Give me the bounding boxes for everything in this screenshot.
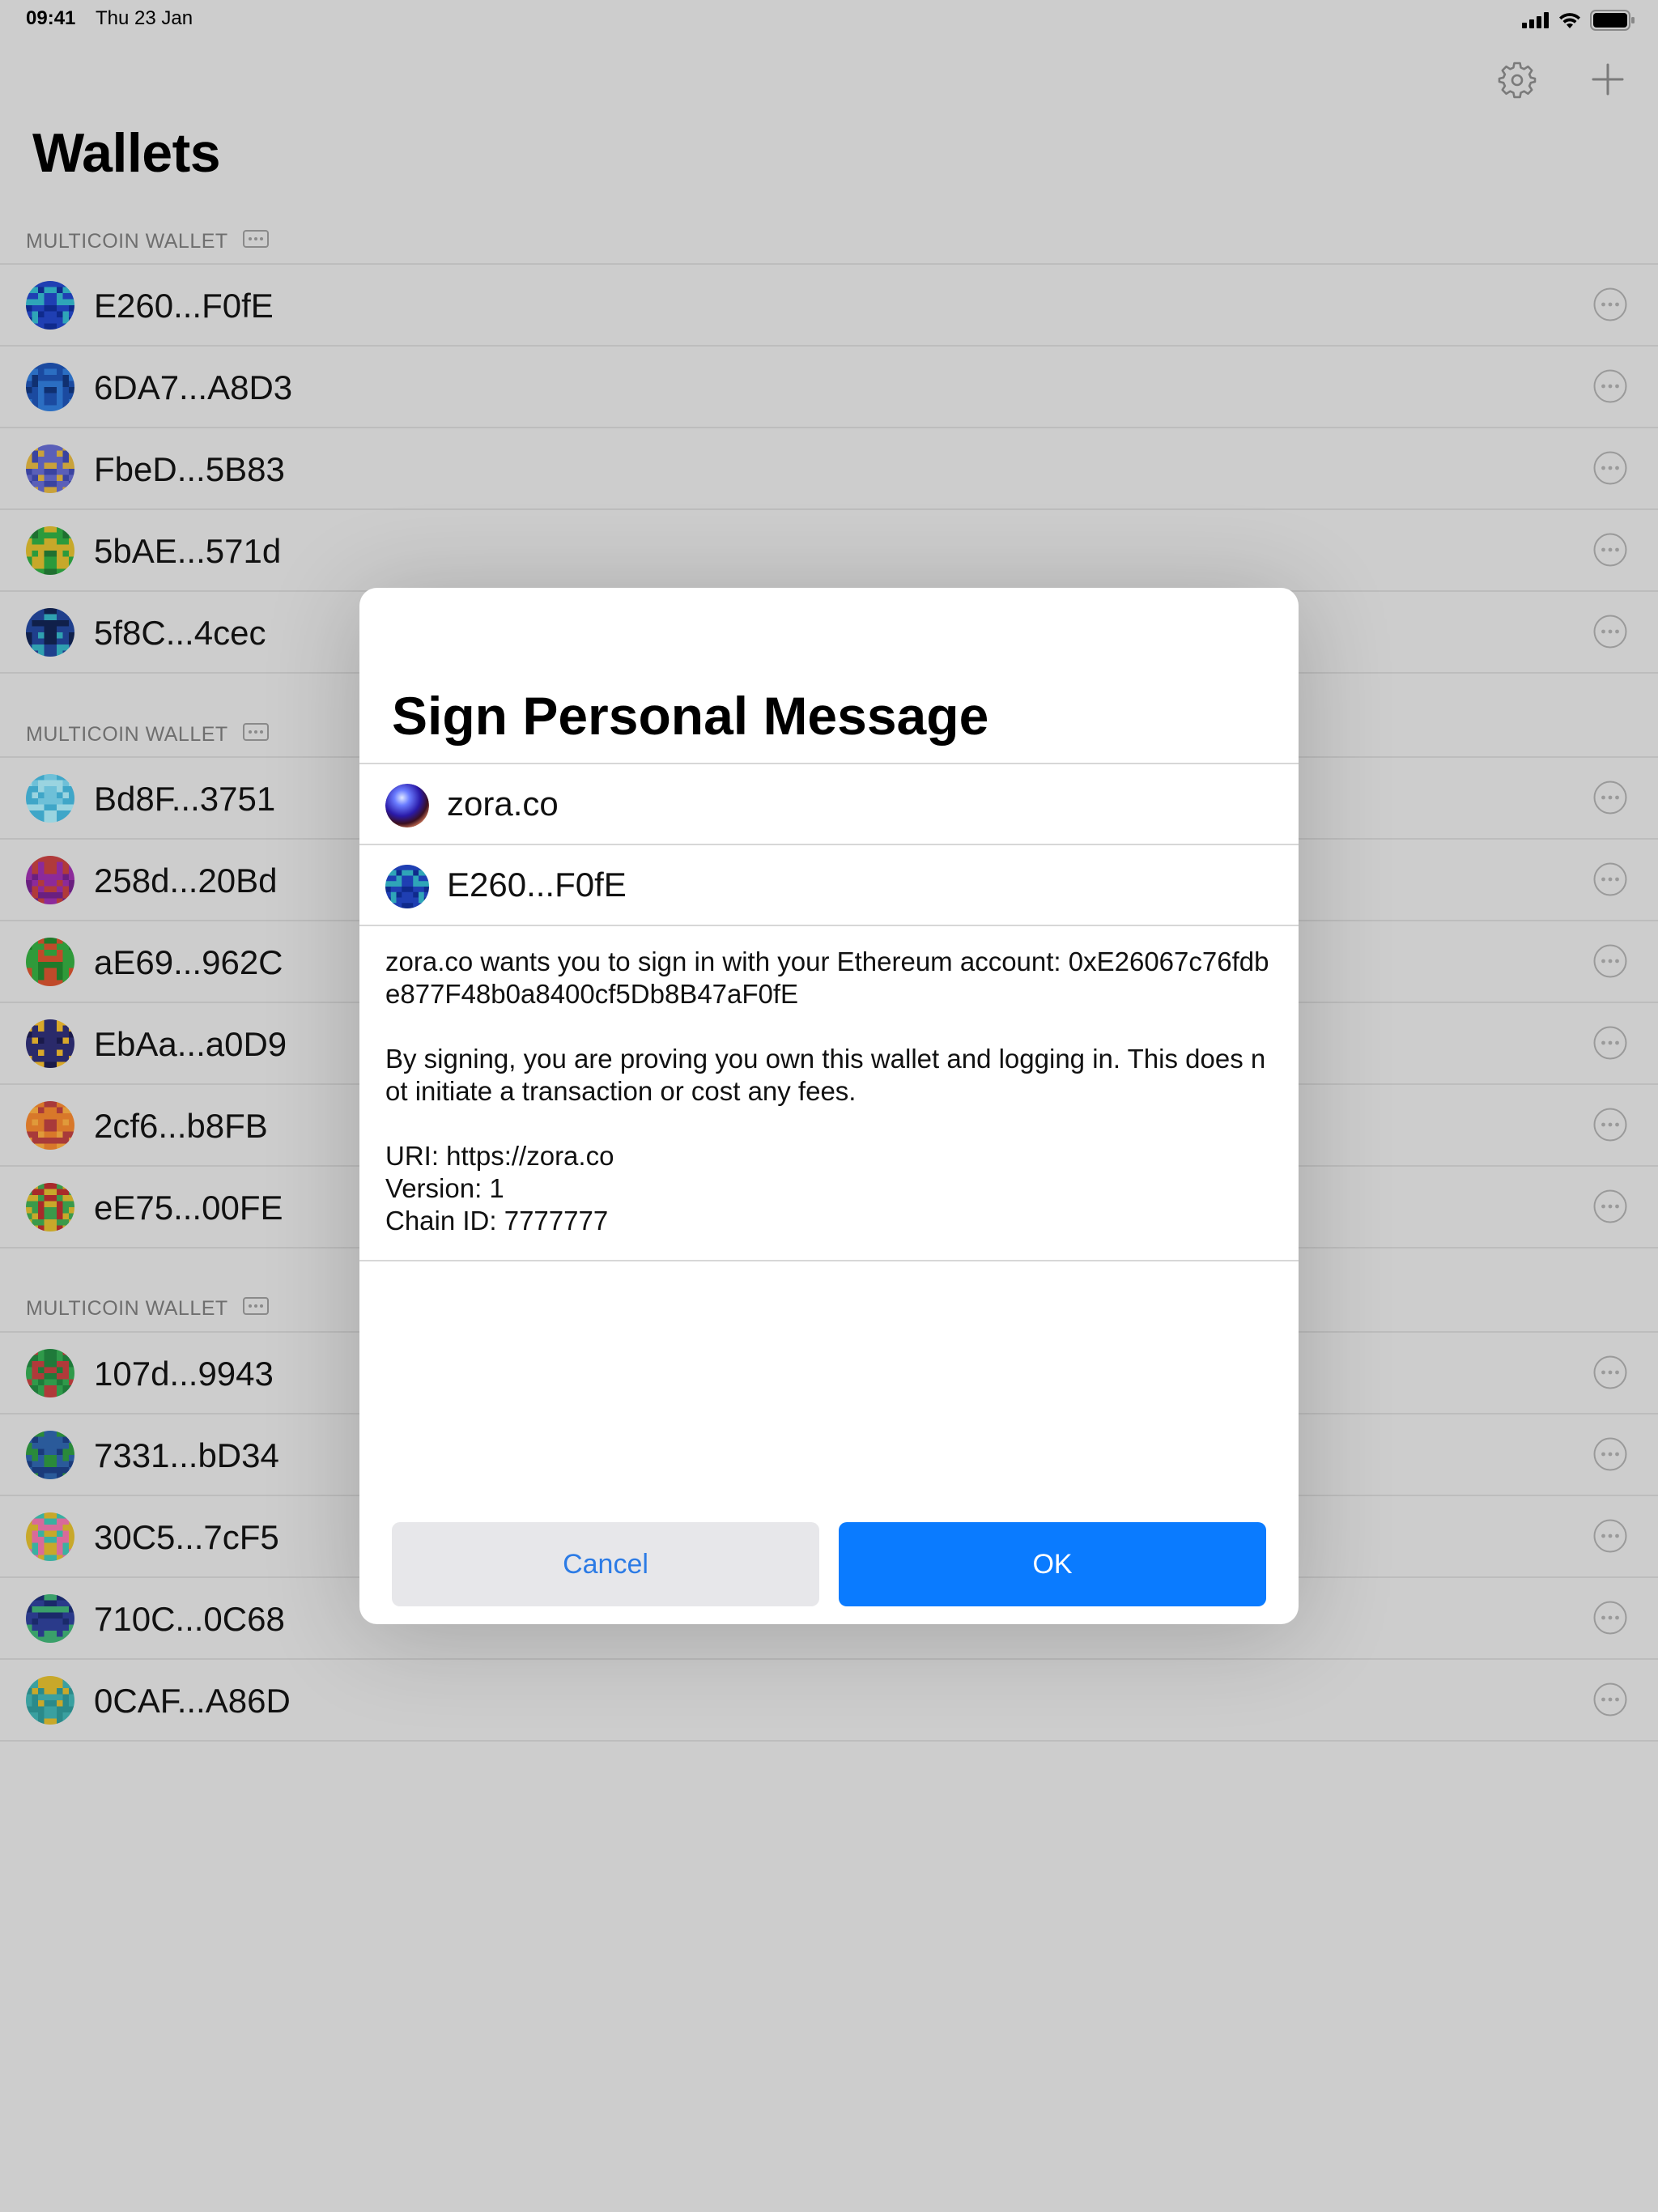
dialog-title: Sign Personal Message [392,686,989,746]
cancel-button[interactable]: Cancel [392,1522,819,1606]
dapp-logo-icon [385,784,429,827]
ok-button[interactable]: OK [839,1522,1266,1606]
dapp-name: zora.co [447,785,559,823]
sign-message-dialog: Sign Personal Message zora.co E260...F0f… [359,588,1299,1624]
dapp-row: zora.co [359,764,1299,844]
account-address: E260...F0fE [447,866,627,904]
account-row: E260...F0fE [359,845,1299,925]
divider [359,925,1299,926]
account-avatar [385,865,429,908]
divider [359,1260,1299,1261]
message-text: zora.co wants you to sign in with your E… [385,946,1269,1236]
